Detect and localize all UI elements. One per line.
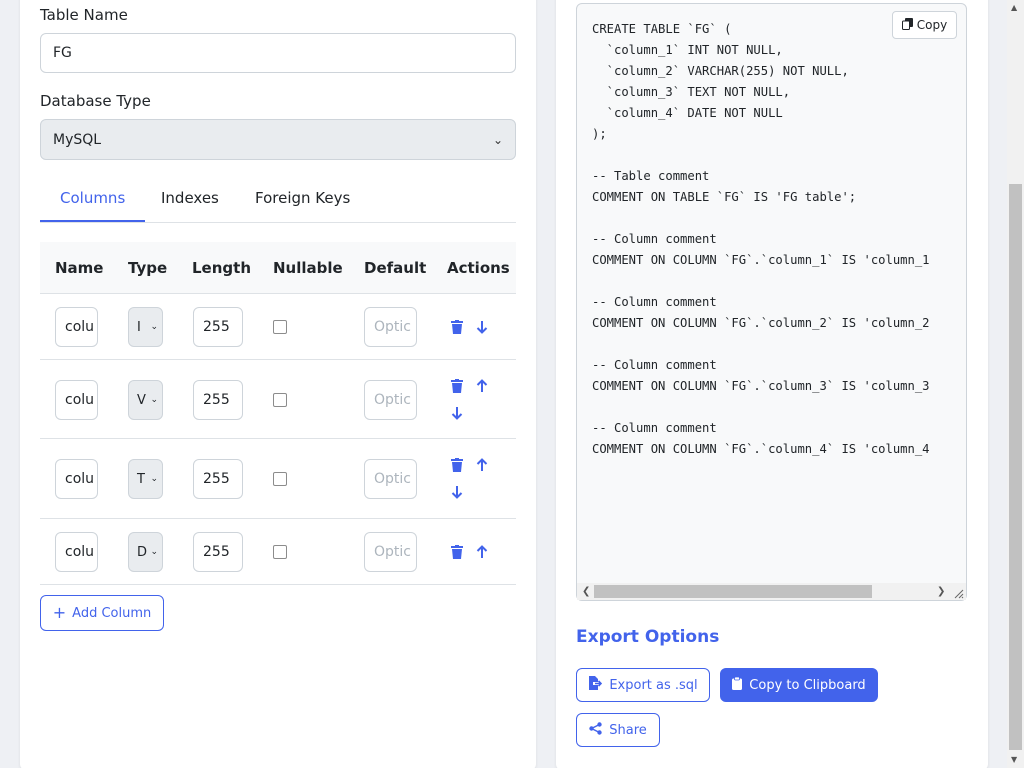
nullable-checkbox[interactable] — [273, 393, 287, 407]
share-label: Share — [609, 722, 647, 738]
column-type-select[interactable]: D ⌄ — [128, 532, 163, 572]
column-type-select[interactable]: V ⌄ — [128, 380, 163, 420]
header-type: Type — [128, 259, 168, 277]
arrow-up-icon[interactable] — [475, 378, 489, 394]
trash-icon[interactable] — [450, 457, 464, 473]
schema-tabs: Columns Indexes Foreign Keys — [40, 177, 516, 223]
column-default-input[interactable]: Optic — [364, 307, 417, 347]
table-header: Name Type Length Nullable Default Action… — [40, 242, 516, 294]
table-row: colu D ⌄ 255 Optic — [40, 519, 516, 585]
add-column-button[interactable]: + Add Column — [40, 595, 164, 631]
column-type-value: T — [137, 471, 145, 487]
chevron-down-icon: ⌄ — [150, 322, 158, 332]
sql-code-box[interactable]: CREATE TABLE `FG` ( `column_1` INT NOT N… — [576, 3, 967, 601]
copy-to-clipboard-label: Copy to Clipboard — [749, 677, 866, 693]
trash-icon[interactable] — [450, 319, 464, 335]
column-name-input[interactable]: colu — [55, 307, 98, 347]
copy-code-button[interactable]: Copy — [892, 11, 957, 39]
header-length: Length — [192, 259, 251, 277]
column-name-input[interactable]: colu — [55, 532, 98, 572]
export-sql-button[interactable]: Export as .sql — [576, 668, 710, 702]
header-name: Name — [55, 259, 104, 277]
trash-icon[interactable] — [450, 378, 464, 394]
scrollbar-thumb[interactable] — [594, 585, 872, 598]
export-sql-label: Export as .sql — [609, 677, 698, 693]
column-type-value: V — [137, 392, 146, 408]
chevron-down-icon: ⌄ — [150, 474, 158, 484]
header-nullable: Nullable — [273, 259, 343, 277]
scroll-left-icon[interactable]: ❮ — [582, 583, 590, 600]
file-export-icon — [588, 676, 603, 694]
copy-to-clipboard-button[interactable]: Copy to Clipboard — [720, 668, 878, 702]
column-type-select[interactable]: T ⌄ — [128, 459, 163, 499]
column-name-input[interactable]: colu — [55, 380, 98, 420]
columns-table: Name Type Length Nullable Default Action… — [40, 242, 516, 585]
column-default-input[interactable]: Optic — [364, 459, 417, 499]
arrow-down-icon[interactable] — [450, 484, 464, 500]
export-options-title: Export Options — [576, 627, 720, 647]
chevron-down-icon: ⌄ — [150, 395, 158, 405]
column-length-input[interactable]: 255 — [193, 532, 243, 572]
column-length-input[interactable]: 255 — [193, 380, 243, 420]
page-vertical-scrollbar[interactable]: ▲ ▼ — [1007, 0, 1024, 768]
scroll-up-icon[interactable]: ▲ — [1011, 3, 1017, 12]
copy-label: Copy — [916, 18, 948, 32]
database-type-label: Database Type — [40, 92, 151, 110]
share-icon — [589, 721, 602, 739]
clipboard-icon — [732, 676, 743, 694]
column-default-input[interactable]: Optic — [364, 532, 417, 572]
chevron-down-icon: ⌄ — [492, 132, 503, 147]
column-type-value: D — [137, 544, 148, 560]
header-default: Default — [364, 259, 427, 277]
arrow-up-icon[interactable] — [475, 544, 489, 560]
column-name-input[interactable]: colu — [55, 459, 98, 499]
column-type-select[interactable]: I ⌄ — [128, 307, 163, 347]
column-type-value: I — [137, 319, 141, 335]
table-name-label: Table Name — [40, 6, 128, 24]
scroll-down-icon[interactable]: ▼ — [1011, 755, 1017, 764]
tab-indexes[interactable]: Indexes — [141, 177, 239, 222]
scroll-right-icon[interactable]: ❯ — [937, 583, 945, 600]
chevron-down-icon: ⌄ — [150, 547, 158, 557]
arrow-down-icon[interactable] — [450, 405, 464, 421]
tab-columns[interactable]: Columns — [40, 177, 146, 222]
tab-foreign-keys[interactable]: Foreign Keys — [235, 177, 370, 222]
table-row: colu I ⌄ 255 Optic — [40, 294, 516, 360]
header-actions: Actions — [447, 259, 510, 277]
database-type-select[interactable]: MySQL ⌄ — [40, 119, 516, 160]
table-name-input[interactable] — [40, 33, 516, 73]
table-row: colu T ⌄ 255 Optic — [40, 439, 516, 519]
nullable-checkbox[interactable] — [273, 472, 287, 486]
share-button[interactable]: Share — [576, 713, 660, 747]
database-type-value: MySQL — [53, 131, 102, 148]
arrow-up-icon[interactable] — [475, 457, 489, 473]
plus-icon: + — [52, 603, 67, 622]
column-length-input[interactable]: 255 — [193, 459, 243, 499]
nullable-checkbox[interactable] — [273, 320, 287, 334]
resize-handle-icon[interactable] — [952, 587, 964, 599]
trash-icon[interactable] — [450, 544, 464, 560]
table-row: colu V ⌄ 255 Optic — [40, 360, 516, 439]
column-default-input[interactable]: Optic — [364, 380, 417, 420]
add-column-label: Add Column — [72, 605, 152, 621]
nullable-checkbox[interactable] — [273, 545, 287, 559]
horizontal-scrollbar[interactable]: ❮ ❯ — [577, 583, 966, 600]
copy-icon — [901, 17, 913, 33]
column-length-input[interactable]: 255 — [193, 307, 243, 347]
sql-code: CREATE TABLE `FG` ( `column_1` INT NOT N… — [592, 22, 930, 456]
arrow-down-icon[interactable] — [475, 319, 489, 335]
page-scrollbar-thumb[interactable] — [1009, 184, 1022, 750]
